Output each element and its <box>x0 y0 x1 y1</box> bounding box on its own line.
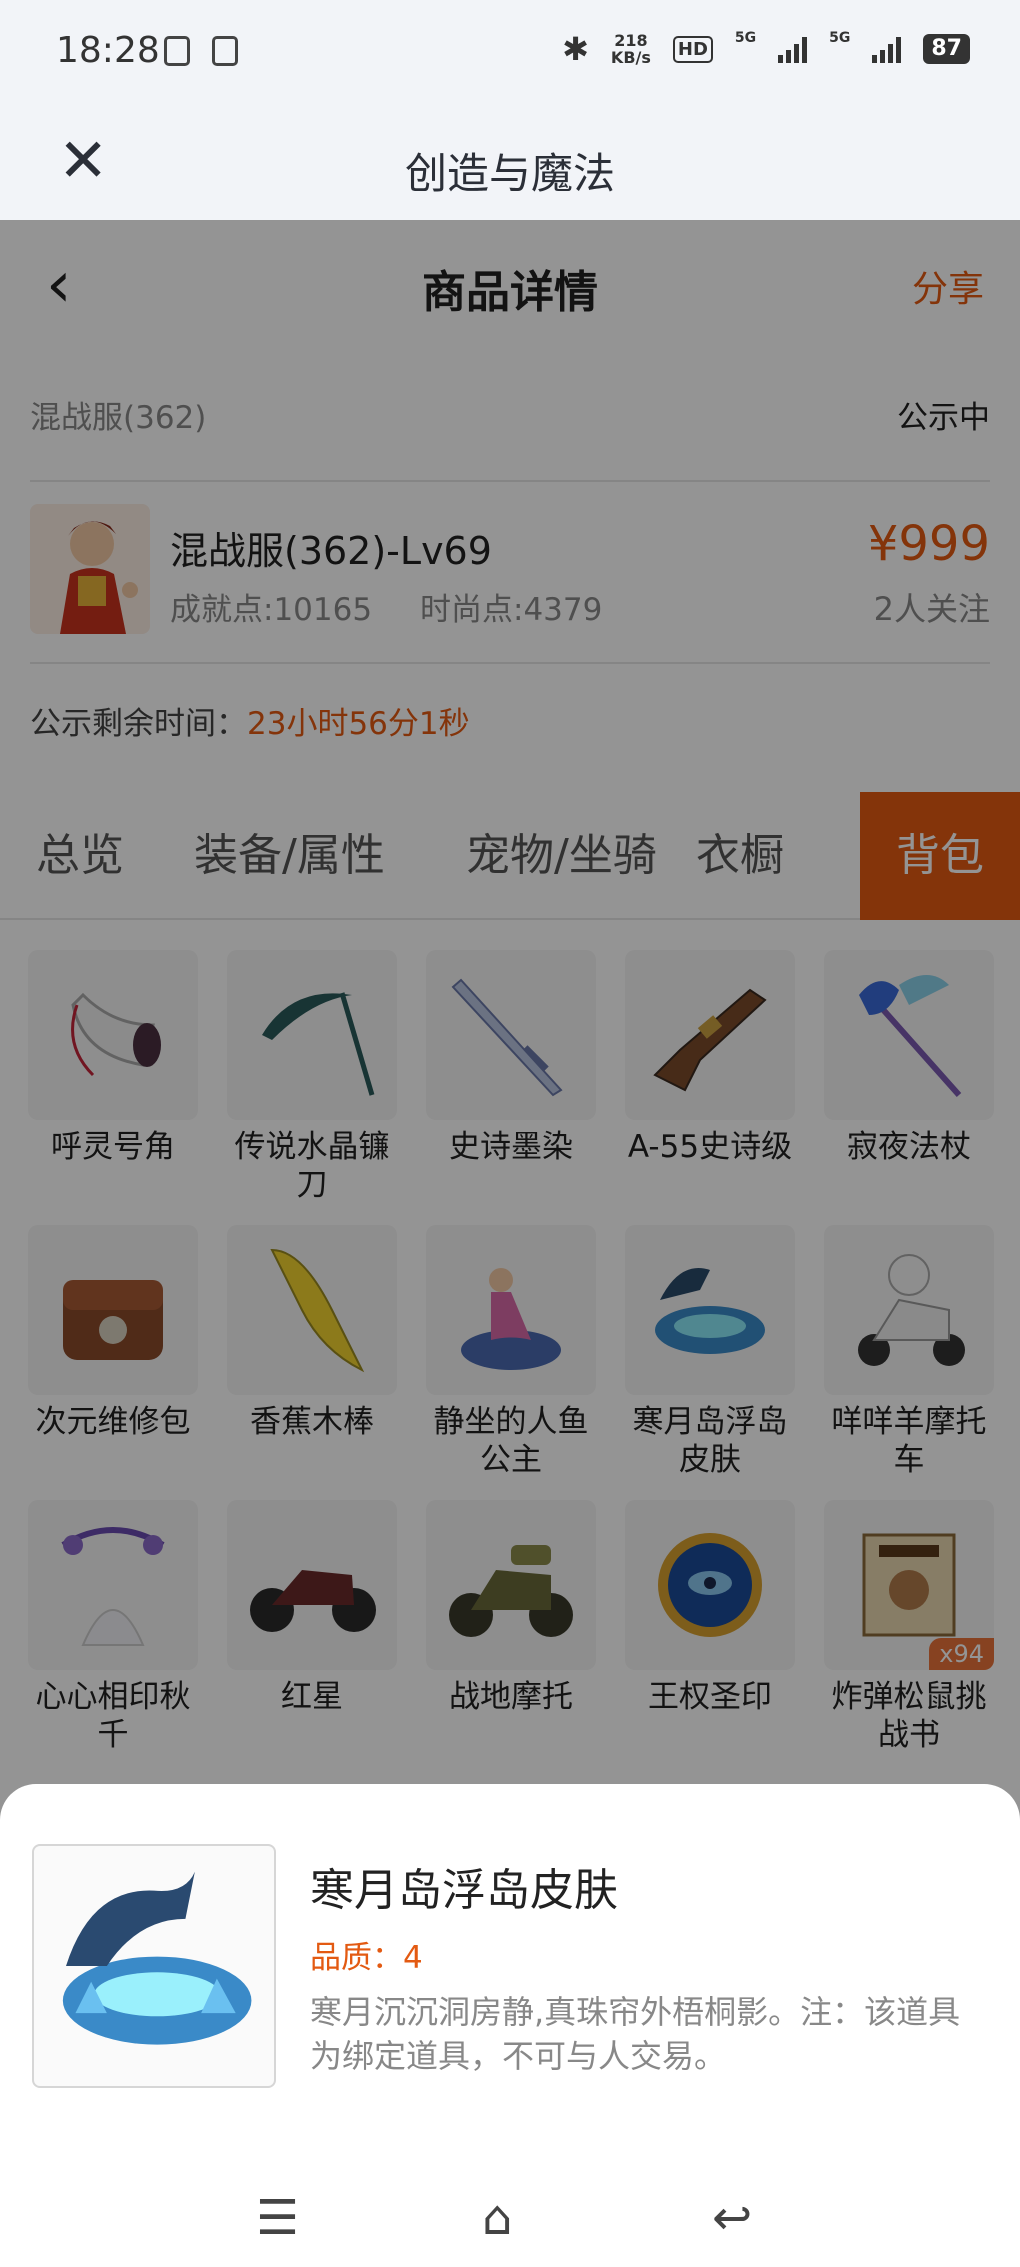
network-5g-label: 5G <box>734 30 757 46</box>
app-topbar: ✕ 创造与魔法 <box>0 108 1020 220</box>
status-bar: 18:28 ✱ 218 KB/s HD 5G 5G 87 <box>0 0 1020 108</box>
item-quality: 品质：4 <box>310 1940 423 1976</box>
sim-icon <box>212 36 238 66</box>
signal-icon <box>778 35 808 63</box>
network-speed-unit: KB/s <box>610 48 651 67</box>
battery-icon: 87 <box>923 34 970 64</box>
item-image <box>32 1844 276 2088</box>
network-speed: 218 KB/s <box>611 32 651 66</box>
app-title: 创造与魔法 <box>404 149 615 198</box>
signal-icon-2 <box>872 35 902 63</box>
system-nav-bar: ☰ ⌂ ↩ <box>0 2160 1020 2267</box>
network-speed-value: 218 <box>614 31 648 50</box>
bluetooth-icon: ✱ <box>562 30 589 68</box>
back-nav-icon[interactable]: ↩ <box>712 2190 752 2246</box>
notification-icon <box>164 36 190 66</box>
menu-icon[interactable]: ☰ <box>256 2190 299 2246</box>
network-5g-label-2: 5G <box>829 30 851 46</box>
island-icon <box>62 1871 252 2045</box>
item-name: 寒月岛浮岛皮肤 <box>310 1865 618 1916</box>
hd-icon: HD <box>672 35 713 63</box>
status-time: 18:28 <box>56 30 160 71</box>
home-icon[interactable]: ⌂ <box>482 2190 512 2246</box>
item-description: 寒月沉沉洞房静,真珠帘外梧桐影。注：该道具为绑定道具，不可与人交易。 <box>310 1993 961 2075</box>
